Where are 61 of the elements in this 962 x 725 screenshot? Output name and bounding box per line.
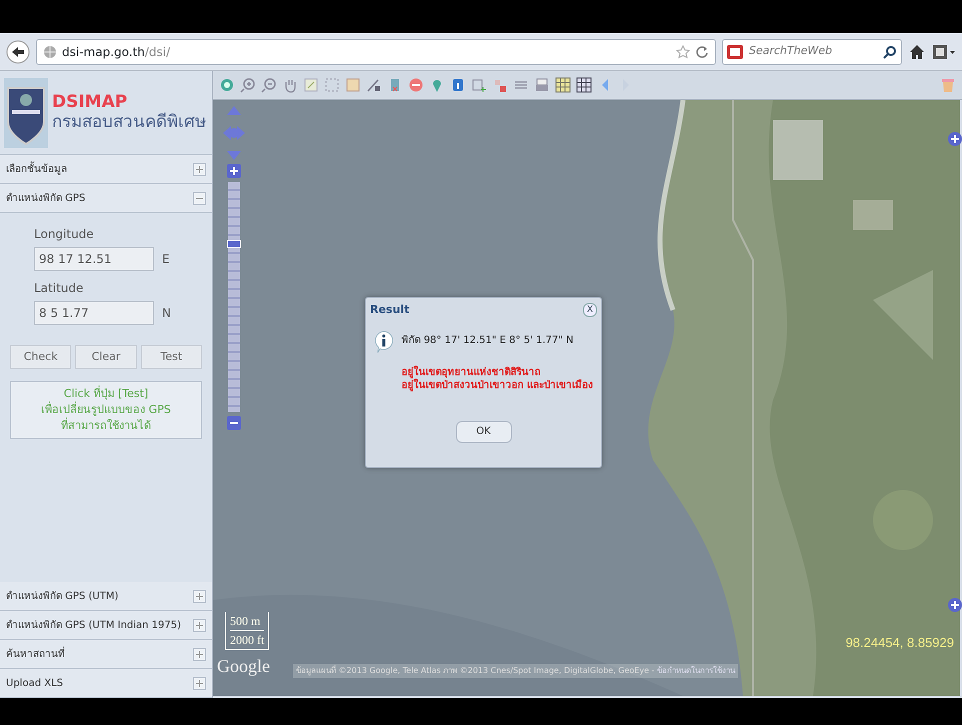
edit-icon[interactable] <box>303 77 319 93</box>
unit-label: E <box>162 251 170 268</box>
add-icon[interactable] <box>948 598 962 612</box>
trash-icon[interactable] <box>940 77 956 93</box>
collapse-icon[interactable] <box>193 192 206 204</box>
google-logo: Google <box>217 655 270 678</box>
grid-icon[interactable] <box>555 77 571 93</box>
zoom-in-icon[interactable] <box>227 164 241 178</box>
form-button[interactable]: Clear <box>75 345 137 369</box>
shield-emblem-icon <box>4 78 48 148</box>
back-icon[interactable] <box>6 40 30 64</box>
zoom-in-icon[interactable] <box>240 77 256 93</box>
logo-title: DSIMAP <box>52 92 128 112</box>
reload-icon[interactable] <box>695 44 709 58</box>
coordinates-readout: 98.24454, 8.85929 <box>846 634 954 652</box>
search-icon[interactable] <box>883 44 897 58</box>
stop-icon[interactable] <box>408 77 424 93</box>
add-icon[interactable] <box>948 132 962 146</box>
form-button[interactable]: Check <box>10 345 72 369</box>
expand-icon[interactable] <box>193 676 206 690</box>
address-bar[interactable]: dsi-map.go.th/dsi/ <box>36 38 716 64</box>
info-icon[interactable] <box>450 77 466 93</box>
slider-thumb[interactable] <box>227 240 241 248</box>
zoom-out-icon[interactable] <box>227 416 241 430</box>
input-field[interactable]: 8 5 1.77 <box>34 301 154 325</box>
dialog-title: Result <box>370 302 410 318</box>
form-button[interactable]: Test <box>140 345 202 369</box>
measure-line-icon[interactable] <box>366 77 382 93</box>
section-header[interactable]: ตำแหน่งพิกัด GPS <box>6 190 86 206</box>
expand-icon[interactable] <box>193 648 206 660</box>
globe-icon <box>43 44 57 58</box>
scale-bar: 500 m 2000 ft <box>225 612 270 650</box>
print-icon[interactable] <box>534 77 550 93</box>
search-field[interactable]: SearchTheWeb <box>722 38 902 64</box>
add-layer-icon[interactable] <box>471 77 487 93</box>
close-button[interactable]: X <box>583 303 597 318</box>
dialog-message: พิกัด 98° 17' 12.51" E 8° 5' 1.77" N <box>402 334 575 348</box>
expand-icon[interactable] <box>193 162 206 176</box>
zoom-slider[interactable] <box>228 182 240 412</box>
star-icon[interactable] <box>676 44 690 58</box>
expand-icon[interactable] <box>193 618 206 632</box>
unit-label: N <box>162 305 171 322</box>
search-engine-icon <box>727 44 743 58</box>
hint-text: Click ที่ปุ่ม [Test] เพื่อเปลี่ยนรูปแบบของ GPS ที่สามารถใช้งานได้ <box>10 381 202 439</box>
section-header[interactable]: ค้นหาสถานที่ <box>6 646 65 662</box>
home-icon[interactable] <box>908 42 926 60</box>
table-icon[interactable] <box>576 77 592 93</box>
dialog-warning: อยู่ในเขตอุทยานแห่งชาติสิรินาถ อยู่ในเขตป่าสงวนป่าเขาวอก และป่าเขาเมือง <box>402 366 593 392</box>
expand-icon[interactable] <box>193 590 206 602</box>
url-text: dsi-map.go.th/dsi/ <box>62 44 170 60</box>
ok-button[interactable]: OK <box>456 420 512 442</box>
zoom-out-icon[interactable] <box>261 77 277 93</box>
field-label: Longitude <box>33 226 95 243</box>
section-header[interactable]: Upload XLS <box>6 676 63 690</box>
input-field[interactable]: 98 17 12.51 <box>34 247 154 271</box>
map-attribution: ข้อมูลแผนที่ ©2013 Google, Tele Atlas ภาพ ©2013 Cnes/Spot Image, DigitalGlobe, GeoEye - ข้อกำหนดในการใช้งาน <box>293 664 738 678</box>
select-box-icon[interactable] <box>324 77 340 93</box>
logo-subtitle: กรมสอบสวนคดีพิเศษ <box>52 112 206 132</box>
bookmarks-menu-icon[interactable] <box>932 42 956 60</box>
section-header[interactable]: เลือกชั้นข้อมูล <box>6 162 67 176</box>
field-label: Latitude <box>33 280 84 297</box>
